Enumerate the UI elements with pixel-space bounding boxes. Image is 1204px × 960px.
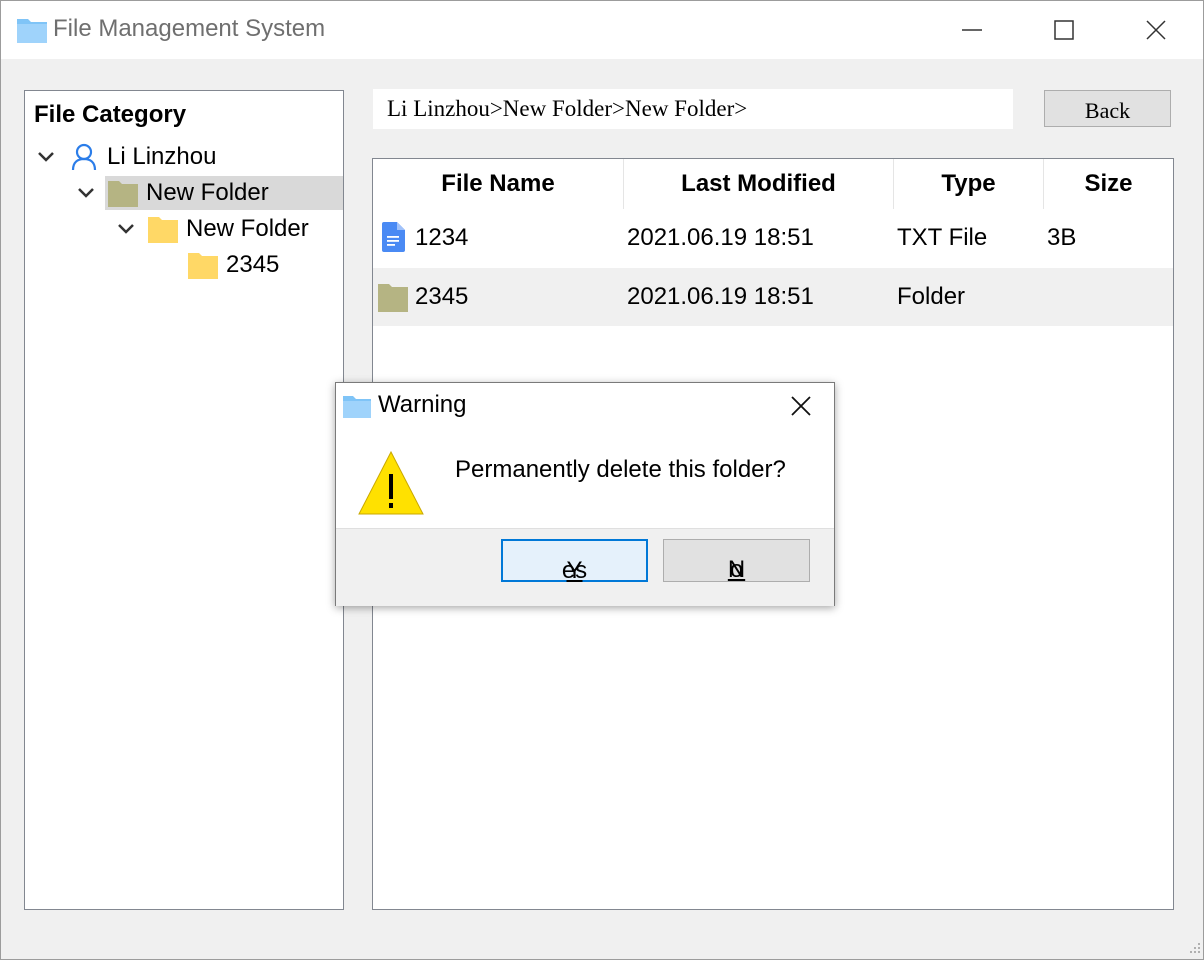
dialog-title: Warning xyxy=(378,391,467,418)
maximize-button[interactable] xyxy=(1018,1,1110,59)
title-bar: File Management System xyxy=(1,1,1203,59)
dialog-message: Permanently delete this folder? xyxy=(455,456,786,483)
tree-item-label: New Folder xyxy=(146,179,269,206)
resize-grip[interactable] xyxy=(1187,941,1201,960)
chevron-down-icon[interactable] xyxy=(77,186,95,204)
tree-item-label: 2345 xyxy=(226,251,280,278)
column-header-type[interactable]: Type xyxy=(894,159,1044,209)
folder-icon xyxy=(107,178,139,213)
column-header-size[interactable]: Size xyxy=(1044,159,1173,209)
back-button[interactable]: Back xyxy=(1044,90,1171,127)
folder-icon xyxy=(147,214,179,249)
tree-item-label: New Folder xyxy=(186,215,309,242)
window-title: File Management System xyxy=(53,15,326,42)
folder-icon xyxy=(377,281,409,318)
table-row[interactable]: 2345 2021.06.19 18:51 Folder xyxy=(373,268,1173,326)
file-size: 3B xyxy=(1047,224,1077,251)
warning-icon xyxy=(358,450,424,521)
yes-button[interactable]: Yes xyxy=(501,539,648,584)
file-type: Folder xyxy=(897,283,966,310)
dialog-close-button[interactable] xyxy=(785,391,817,423)
file-type: TXT File xyxy=(897,224,988,251)
breadcrumb: Li Linzhou>New Folder>New Folder> xyxy=(373,89,1013,129)
file-modified: 2021.06.19 18:51 xyxy=(627,224,814,251)
back-button-label: Back xyxy=(1084,98,1131,123)
breadcrumb-path: Li Linzhou>New Folder>New Folder> xyxy=(387,96,748,121)
chevron-down-icon[interactable] xyxy=(117,222,135,240)
tree-item-label: Li Linzhou xyxy=(107,143,217,170)
folder-icon xyxy=(342,393,372,424)
txt-file-icon xyxy=(380,221,406,258)
no-button[interactable]: No xyxy=(663,539,810,583)
close-button[interactable] xyxy=(1110,1,1202,59)
table-row[interactable]: 1234 2021.06.19 18:51 TXT File 3B xyxy=(373,209,1173,267)
tree-item-2345[interactable]: 2345 xyxy=(185,248,335,282)
warning-dialog: Warning Permanently delete this folder? … xyxy=(335,382,835,606)
tree-item-new-folder[interactable]: New Folder xyxy=(78,176,343,213)
chevron-down-icon[interactable] xyxy=(37,150,55,168)
main-window: File Management System File Category Li … xyxy=(0,0,1204,960)
file-modified: 2021.06.19 18:51 xyxy=(627,283,814,310)
column-header-modified[interactable]: Last Modified xyxy=(624,159,894,209)
minimize-button[interactable] xyxy=(926,1,1018,59)
user-icon xyxy=(71,143,97,176)
tree-title: File Category xyxy=(34,101,187,128)
folder-icon xyxy=(16,16,48,44)
dialog-footer: Yes No xyxy=(336,528,834,606)
column-header-name[interactable]: File Name xyxy=(373,159,624,209)
folder-tree[interactable]: File Category Li Linzhou New Folder New … xyxy=(24,90,344,910)
file-name: 1234 xyxy=(415,224,469,251)
file-name: 2345 xyxy=(415,283,469,310)
tree-item-new-folder-sub[interactable]: New Folder xyxy=(118,212,345,249)
folder-icon xyxy=(187,250,219,285)
tree-item-root[interactable]: Li Linzhou xyxy=(37,140,337,174)
